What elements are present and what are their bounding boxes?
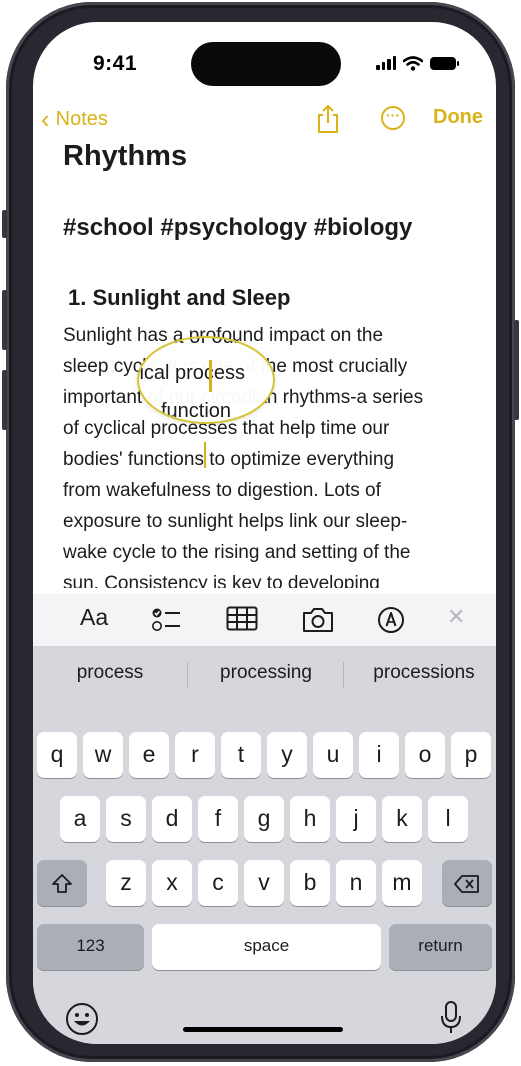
suggestion[interactable]: process xyxy=(45,662,175,684)
text-cursor[interactable] xyxy=(204,442,206,468)
key-g[interactable]: g xyxy=(244,796,284,842)
action-button xyxy=(2,210,7,238)
key-r[interactable]: r xyxy=(175,732,215,778)
key-b[interactable]: b xyxy=(290,860,330,906)
magnifier-cursor xyxy=(209,360,212,392)
key-h[interactable]: h xyxy=(290,796,330,842)
key-a[interactable]: a xyxy=(60,796,100,842)
key-n[interactable]: n xyxy=(336,860,376,906)
key-w[interactable]: w xyxy=(83,732,123,778)
body-line: sun. Consistency is key to developing xyxy=(63,573,380,588)
shift-icon xyxy=(52,874,72,893)
key-f[interactable]: f xyxy=(198,796,238,842)
body-line: from wakefulness to digestion. Lots of xyxy=(63,480,381,501)
note-heading: 1. Sunlight and Sleep xyxy=(68,285,291,310)
microphone-icon[interactable] xyxy=(439,1000,463,1036)
status-time: 9:41 xyxy=(93,52,138,75)
back-button[interactable]: ‹ Notes xyxy=(41,106,108,132)
key-k[interactable]: k xyxy=(382,796,422,842)
magnifier-line: function xyxy=(161,400,232,422)
camera-icon[interactable] xyxy=(301,606,335,634)
predictive-bar: process processing processions xyxy=(33,646,496,704)
key-p[interactable]: p xyxy=(451,732,491,778)
key-d[interactable]: d xyxy=(152,796,192,842)
battery-icon xyxy=(430,56,459,70)
key-o[interactable]: o xyxy=(405,732,445,778)
key-q[interactable]: q xyxy=(37,732,77,778)
key-v[interactable]: v xyxy=(244,860,284,906)
magnifier-line: lical process xyxy=(137,362,246,384)
back-label: Notes xyxy=(55,107,108,130)
key-s[interactable]: s xyxy=(106,796,146,842)
close-icon[interactable]: ✕ xyxy=(447,604,465,630)
home-indicator[interactable] xyxy=(183,1027,343,1032)
key-z[interactable]: z xyxy=(106,860,146,906)
key-i[interactable]: i xyxy=(359,732,399,778)
emoji-icon[interactable] xyxy=(65,1002,99,1036)
magnifier-line: nt of our xyxy=(167,336,241,348)
numbers-key[interactable]: 123 xyxy=(37,924,144,970)
wifi-icon xyxy=(403,55,423,71)
done-button[interactable]: Done xyxy=(433,106,483,129)
format-toolbar: Aa ✕ xyxy=(33,594,496,646)
key-l[interactable]: l xyxy=(428,796,468,842)
key-u[interactable]: u xyxy=(313,732,353,778)
body-line: wake cycle to the rising and setting of … xyxy=(63,542,411,563)
note-title: Rhythms xyxy=(63,140,188,172)
key-e[interactable]: e xyxy=(129,732,169,778)
more-icon[interactable]: ··· xyxy=(381,106,405,130)
key-x[interactable]: x xyxy=(152,860,192,906)
format-button[interactable]: Aa xyxy=(80,604,108,631)
nav-bar: ‹ Notes ··· Done xyxy=(33,104,496,138)
body-line: exposure to sunlight helps link our slee… xyxy=(63,511,408,532)
suggestion-divider xyxy=(187,662,188,688)
signal-icon xyxy=(376,56,396,70)
status-icons xyxy=(376,54,459,72)
shift-key[interactable] xyxy=(37,860,87,906)
delete-key[interactable] xyxy=(442,860,492,906)
text-magnifier: nt of our lical process function xyxy=(137,336,275,424)
screen: 9:41 ‹ Notes ··· Done Rhythms #school #p… xyxy=(33,22,496,1044)
suggestion[interactable]: processions xyxy=(359,662,489,684)
checklist-icon[interactable] xyxy=(151,606,181,634)
keyboard: process processing processions q w e r t… xyxy=(33,646,496,1044)
markup-icon[interactable] xyxy=(377,606,405,634)
body-line: bodies' functions to optimize everything xyxy=(63,449,395,470)
key-m[interactable]: m xyxy=(382,860,422,906)
power-button xyxy=(514,320,519,420)
key-t[interactable]: t xyxy=(221,732,261,778)
note-content[interactable]: Rhythms #school #psychology #biology 1. … xyxy=(63,140,483,588)
space-key[interactable]: space xyxy=(152,924,381,970)
volume-up-button xyxy=(2,290,7,350)
share-icon[interactable] xyxy=(315,104,341,134)
table-icon[interactable] xyxy=(226,606,258,632)
suggestion[interactable]: processing xyxy=(201,662,331,684)
return-key[interactable]: return xyxy=(389,924,492,970)
key-c[interactable]: c xyxy=(198,860,238,906)
key-j[interactable]: j xyxy=(336,796,376,842)
dynamic-island xyxy=(191,42,341,86)
key-y[interactable]: y xyxy=(267,732,307,778)
suggestion-divider xyxy=(343,662,344,688)
note-tags: #school #psychology #biology xyxy=(63,214,413,241)
volume-down-button xyxy=(2,370,7,430)
delete-icon xyxy=(454,875,479,893)
chevron-left-icon: ‹ xyxy=(41,104,50,134)
